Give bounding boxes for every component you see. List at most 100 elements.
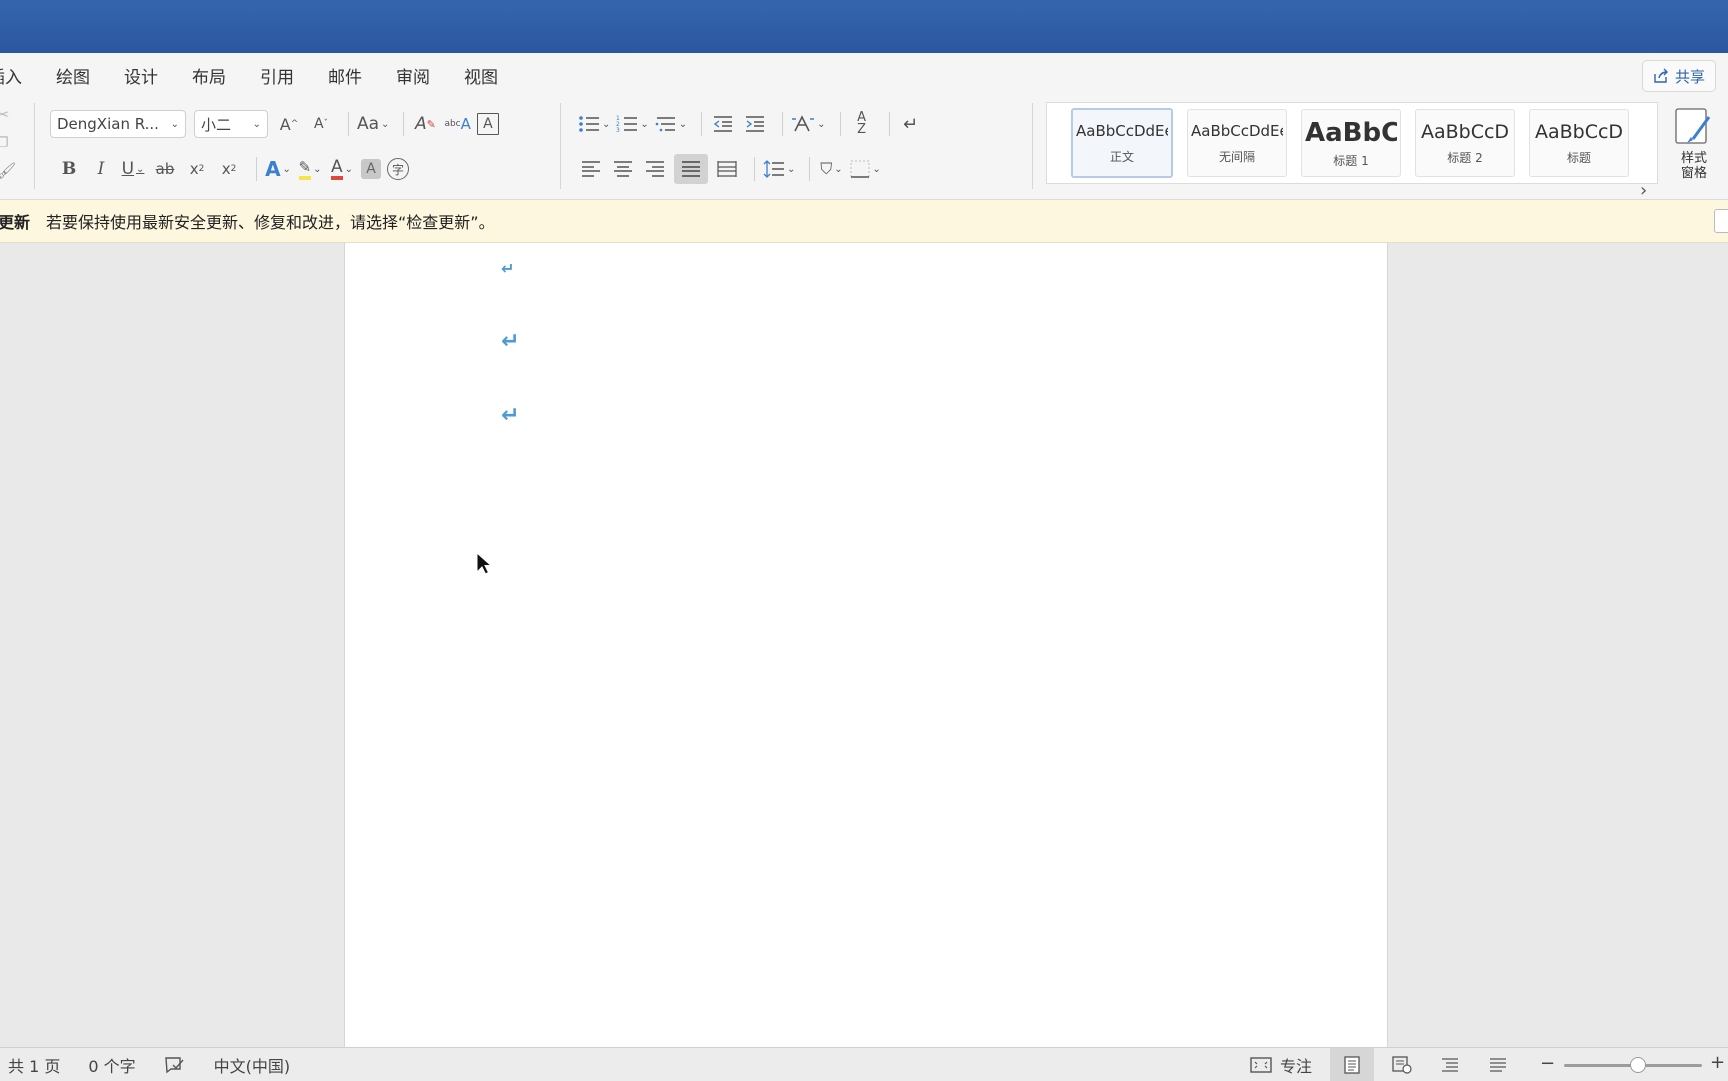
change-case-button[interactable]: Aa ⌄ <box>357 109 389 139</box>
align-left-icon[interactable] <box>578 154 604 184</box>
outline-icon <box>1442 1057 1458 1072</box>
multilevel-list-icon <box>655 117 675 132</box>
divider <box>809 157 811 181</box>
align-center-icon[interactable] <box>610 154 636 184</box>
tab-design[interactable]: 设计 <box>124 63 158 88</box>
tab-mailings[interactable]: 邮件 <box>328 63 362 88</box>
font-row-2: B I U ⌄ ab x2 x2 A ⌄ ✎ ⌄ A ⌄ A 字 <box>56 154 415 184</box>
style-preview: AaBbCcDdEe <box>1076 121 1168 140</box>
style-preview: AaBbCcD <box>1420 120 1510 143</box>
style-name: 正文 <box>1109 149 1134 164</box>
styles-pane-button[interactable]: 样式 窗格 <box>1664 107 1724 181</box>
shading-button[interactable]: ⛉ ⌄ <box>818 154 844 184</box>
chevron-down-icon: ⌄ <box>344 163 354 175</box>
font-size-select[interactable]: 小二 ⌄ <box>194 110 268 138</box>
chevron-down-icon: ⌄ <box>252 118 261 130</box>
text-effects-button[interactable]: A ⌄ <box>265 154 291 184</box>
chevron-down-icon: ⌄ <box>872 163 881 175</box>
align-right-icon[interactable] <box>642 154 668 184</box>
check-updates-button[interactable] <box>1714 209 1728 233</box>
clear-formatting-icon[interactable]: A ✎ <box>412 109 438 139</box>
bullets-button[interactable]: ⌄ <box>578 109 610 139</box>
share-label: 共享 <box>1674 67 1705 86</box>
font-color-button[interactable]: A ⌄ <box>329 154 355 184</box>
phonetic-guide-icon[interactable]: abc A <box>444 109 470 139</box>
decrease-indent-icon[interactable] <box>710 109 736 139</box>
strikethrough-button[interactable]: ab <box>152 154 178 184</box>
enclose-characters-icon[interactable]: 字 <box>387 158 409 180</box>
print-layout-view-button[interactable] <box>1330 1048 1374 1081</box>
clipboard-group: ✂ ❐ 🖌 <box>0 105 16 180</box>
share-button[interactable]: 共享 <box>1641 60 1716 92</box>
zoom-in-button[interactable]: + <box>1710 1052 1725 1073</box>
subscript-button[interactable]: x2 <box>184 154 210 184</box>
increase-indent-icon[interactable] <box>742 109 768 139</box>
divider <box>403 112 405 136</box>
word-count[interactable]: 0 个字 <box>88 1053 135 1077</box>
highlight-button[interactable]: ✎ ⌄ <box>297 154 323 184</box>
page-count[interactable]: 共 1 页 <box>8 1053 60 1077</box>
superscript-button[interactable]: x2 <box>216 154 242 184</box>
sort-icon[interactable]: AZ <box>849 109 875 139</box>
tab-view[interactable]: 视图 <box>464 63 498 88</box>
styles-pane-label: 样式 窗格 <box>1680 151 1707 181</box>
shrink-font-icon[interactable]: Aˇ <box>308 109 334 139</box>
change-case-label: Aa <box>357 114 380 134</box>
font-name-select[interactable]: DengXian R... ⌄ <box>50 110 186 138</box>
distributed-icon[interactable] <box>714 154 740 184</box>
borders-icon <box>850 160 870 178</box>
tab-review[interactable]: 审阅 <box>396 63 430 88</box>
message-title: 更新 <box>0 213 31 232</box>
bold-button[interactable]: B <box>56 154 82 184</box>
document-page[interactable]: ↵ ↵ ↵ <box>344 243 1388 1047</box>
style-heading-2[interactable]: AaBbCcD 标题 2 <box>1415 109 1515 177</box>
justify-icon[interactable] <box>674 154 708 184</box>
copy-icon[interactable]: ❐ <box>0 135 9 161</box>
style-heading-1[interactable]: AaBbC 标题 1 <box>1301 109 1401 177</box>
underline-button[interactable]: U ⌄ <box>120 154 146 184</box>
borders-button[interactable]: ⌄ <box>850 154 881 184</box>
style-normal[interactable]: AaBbCcDdEe 正文 <box>1071 108 1173 178</box>
zoom-slider-handle[interactable] <box>1630 1057 1646 1073</box>
focus-button[interactable]: 专注 <box>1250 1053 1312 1077</box>
divider <box>754 157 755 181</box>
language-indicator[interactable]: 中文(中国) <box>214 1053 291 1077</box>
font-color-icon: A <box>330 158 343 180</box>
font-size-value: 小二 <box>201 115 232 134</box>
tab-draw[interactable]: 绘图 <box>56 63 90 88</box>
grow-font-icon[interactable]: A ^ <box>276 109 302 139</box>
document-area[interactable]: ↵ ↵ ↵ <box>0 243 1728 1047</box>
chevron-right-icon[interactable]: › <box>1640 180 1647 201</box>
character-border-icon[interactable]: A <box>476 113 499 135</box>
draft-icon <box>1490 1057 1506 1072</box>
style-no-spacing[interactable]: AaBbCcDdEe 无间隔 <box>1187 109 1287 177</box>
tab-references[interactable]: 引用 <box>260 63 294 88</box>
ribbon-tabs: 插入 绘图 设计 布局 引用 邮件 审阅 视图 <box>0 53 532 97</box>
proofing-icon[interactable] <box>164 1056 186 1074</box>
zoom-out-button[interactable]: − <box>1540 1053 1555 1074</box>
tab-insert[interactable]: 插入 <box>0 63 22 88</box>
cut-icon[interactable]: ✂ <box>0 105 9 135</box>
outline-view-button[interactable] <box>1428 1048 1472 1081</box>
draft-view-button[interactable] <box>1476 1048 1520 1081</box>
show-formatting-marks-icon[interactable]: ↵ <box>898 109 924 139</box>
style-preview: AaBbCcDdEe <box>1191 121 1283 140</box>
group-divider <box>560 103 561 189</box>
character-shading-icon[interactable]: A <box>361 159 381 179</box>
chevron-down-icon: ⌄ <box>640 118 649 130</box>
group-divider <box>34 103 35 189</box>
print-layout-icon <box>1344 1055 1360 1074</box>
title-bar <box>0 0 1728 53</box>
asian-layout-button[interactable]: ⌄ <box>791 109 826 139</box>
group-divider <box>1032 103 1033 189</box>
line-spacing-button[interactable]: ⌄ <box>763 154 795 184</box>
tab-layout[interactable]: 布局 <box>192 63 226 88</box>
italic-button[interactable]: I <box>88 154 114 184</box>
style-name: 无间隔 <box>1218 149 1255 164</box>
web-layout-view-button[interactable] <box>1380 1048 1424 1081</box>
format-painter-icon[interactable]: 🖌 <box>0 161 16 180</box>
style-title[interactable]: AaBbCcD 标题 <box>1529 109 1629 177</box>
chevron-down-icon: ⌄ <box>170 118 179 130</box>
numbering-button[interactable]: 123 ⌄ <box>616 109 648 139</box>
multilevel-list-button[interactable]: ⌄ <box>655 109 687 139</box>
